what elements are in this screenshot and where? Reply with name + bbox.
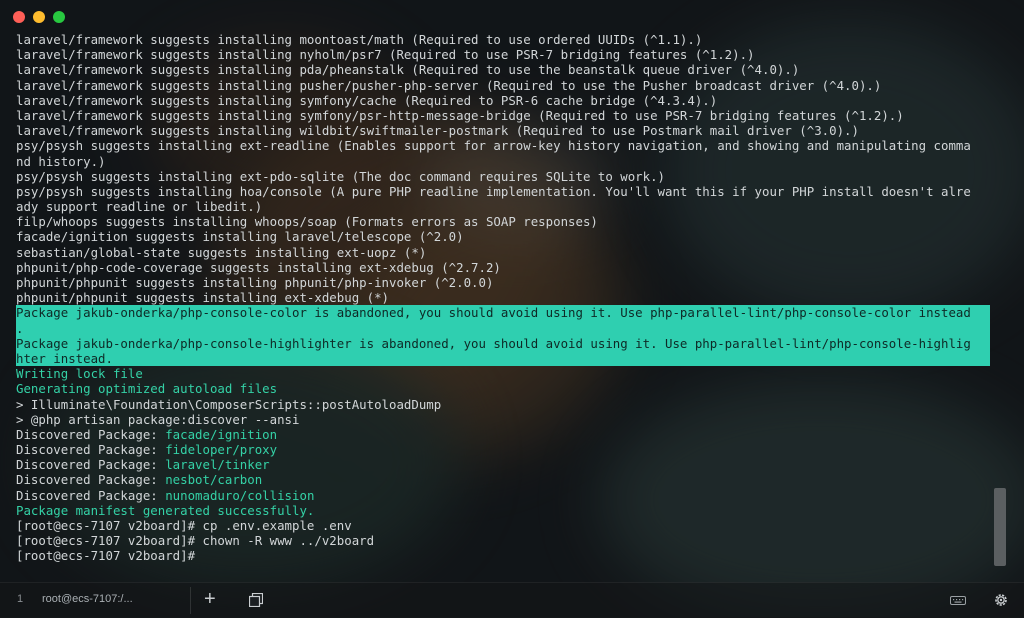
terminal-line: Package manifest generated successfully. — [16, 502, 315, 518]
terminal-line: Package jakub-onderka/php-console-color … — [16, 305, 990, 321]
window-titlebar — [0, 0, 1024, 32]
terminal-line: phpunit/phpunit suggests installing phpu… — [16, 275, 494, 290]
terminal-line: laravel/framework suggests installing sy… — [16, 107, 904, 123]
terminal-line: psy/psysh suggests installing ext-readli… — [16, 138, 971, 154]
terminal-line: [root@ecs-7107 v2board]# — [16, 548, 203, 564]
terminal-line: laravel/framework suggests installing mo… — [16, 32, 703, 47]
terminal-line: laravel/framework suggests installing pd… — [16, 62, 800, 78]
close-window-button[interactable] — [13, 11, 25, 23]
discovered-label: Discovered Package: — [16, 442, 166, 458]
minimize-window-button[interactable] — [33, 11, 45, 23]
package-name: nunomaduro/collision — [165, 487, 315, 503]
discovered-label: Discovered Package: — [16, 426, 166, 442]
terminal-line: facade/ignition suggests installing lara… — [16, 229, 464, 245]
terminal-line: laravel/framework suggests installing wi… — [16, 123, 859, 139]
terminal-line: Discovered Package: nunomaduro/collision — [16, 488, 992, 503]
terminal-line: Writing lock file — [16, 366, 143, 382]
terminal-line: [root@ecs-7107 v2board]# chown -R www ..… — [16, 533, 375, 549]
terminal-line: hter instead. — [16, 350, 990, 367]
terminal-line: > @php artisan package:discover --ansi — [16, 411, 300, 427]
terminal-line: laravel/framework suggests installing sy… — [16, 92, 718, 108]
terminal-line: Discovered Package: facade/ignition — [16, 427, 992, 442]
terminal-scrollbar[interactable] — [994, 488, 1006, 566]
terminal-line: Discovered Package: laravel/tinker — [16, 457, 992, 472]
terminal-line: phpunit/phpunit suggests installing ext-… — [16, 290, 389, 306]
terminal-line: psy/psysh suggests installing hoa/consol… — [16, 183, 971, 199]
tab-number: 1 — [17, 593, 24, 605]
terminal-line: phpunit/php-code-coverage suggests insta… — [16, 259, 501, 275]
terminal-output[interactable]: laravel/framework suggests installing mo… — [16, 32, 992, 580]
zoom-window-button[interactable] — [53, 11, 65, 23]
copy-icon[interactable] — [249, 593, 263, 607]
terminal-line: laravel/framework suggests installing ny… — [16, 47, 755, 63]
terminal-line: . — [16, 320, 990, 336]
terminal-line: ady support readline or libedit.) — [16, 199, 263, 215]
discovered-label: Discovered Package: — [16, 457, 166, 473]
terminal-line: nd history.) — [16, 153, 106, 169]
terminal-line: > Illuminate\Foundation\ComposerScripts:… — [16, 396, 442, 412]
terminal-line: psy/psysh suggests installing ext-pdo-sq… — [16, 168, 666, 184]
discovered-label: Discovered Package: — [16, 472, 166, 488]
terminal-line: sebastian/global-state suggests installi… — [16, 244, 427, 260]
tab-bar: 1 root@ecs-7107:/... + — [0, 582, 1024, 618]
gear-icon[interactable] — [993, 592, 1009, 608]
package-name: facade/ignition — [165, 426, 278, 442]
tab-title[interactable]: root@ecs-7107:/... — [42, 593, 133, 605]
terminal-line: Package jakub-onderka/php-console-highli… — [16, 335, 990, 351]
terminal-line: Discovered Package: nesbot/carbon — [16, 472, 992, 487]
package-name: fideloper/proxy — [165, 442, 278, 458]
terminal-line: filp/whoops suggests installing whoops/s… — [16, 214, 598, 230]
tab-divider — [190, 587, 191, 614]
discovered-label: Discovered Package: — [16, 487, 166, 503]
package-name: nesbot/carbon — [165, 472, 263, 488]
new-tab-button[interactable]: + — [204, 588, 216, 610]
terminal-line: [root@ecs-7107 v2board]# cp .env.example… — [16, 518, 352, 533]
keyboard-icon[interactable] — [950, 596, 966, 605]
terminal-line: Generating optimized autoload files — [16, 381, 278, 397]
terminal-line: Discovered Package: fideloper/proxy — [16, 442, 992, 457]
terminal-line: laravel/framework suggests installing pu… — [16, 77, 882, 93]
package-name: laravel/tinker — [165, 457, 270, 473]
